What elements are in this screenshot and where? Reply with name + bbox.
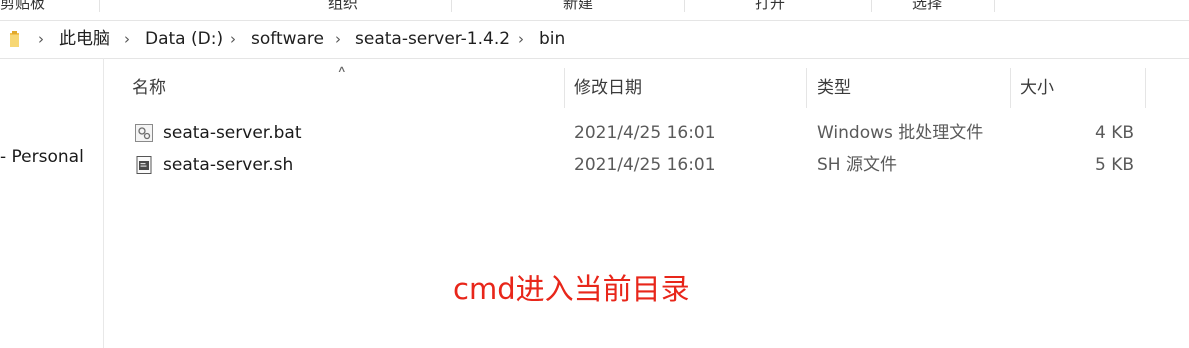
ribbon-open-group[interactable]: 打开 xyxy=(755,0,785,14)
file-row[interactable]: seata-server.bat 2021/4/25 16:01 Windows… xyxy=(120,117,1140,149)
file-name[interactable]: seata-server.sh xyxy=(163,149,293,181)
ribbon-clipboard-group[interactable]: 剪贴板 xyxy=(0,0,45,14)
sort-ascending-icon: ∧ xyxy=(337,64,347,75)
column-header-date[interactable]: 修改日期 xyxy=(574,68,642,108)
ribbon-divider xyxy=(451,0,452,12)
annotation-text: cmd进入当前目录 xyxy=(453,272,690,306)
breadcrumb-seata-server[interactable]: seata-server-1.4.2 xyxy=(355,21,510,58)
navigation-pane: - Personal xyxy=(0,58,104,348)
chevron-right-icon[interactable]: › xyxy=(230,21,236,58)
ribbon-new-group[interactable]: 新建 xyxy=(563,0,593,14)
chevron-right-icon[interactable]: › xyxy=(124,21,130,58)
batch-file-icon xyxy=(135,124,153,142)
script-file-icon xyxy=(136,156,152,174)
chevron-right-icon[interactable]: › xyxy=(38,21,44,58)
column-divider[interactable] xyxy=(1010,68,1011,108)
breadcrumb-software[interactable]: software xyxy=(251,21,324,58)
chevron-right-icon[interactable]: › xyxy=(518,21,524,58)
file-type: Windows 批处理文件 xyxy=(817,123,984,143)
column-divider[interactable] xyxy=(564,68,565,108)
address-bar[interactable]: › 此电脑 › Data (D:) › software › seata-ser… xyxy=(0,20,1189,59)
breadcrumb-data-drive[interactable]: Data (D:) xyxy=(145,21,223,58)
ribbon: 剪贴板 组织 新建 打开 选择 xyxy=(0,0,1189,14)
file-type: SH 源文件 xyxy=(817,155,897,175)
column-header-type[interactable]: 类型 xyxy=(817,68,851,108)
column-header-size[interactable]: 大小 xyxy=(1020,68,1054,108)
column-divider[interactable] xyxy=(1145,68,1146,108)
nav-item-personal[interactable]: - Personal xyxy=(0,147,84,167)
ribbon-divider xyxy=(994,0,995,12)
file-name[interactable]: seata-server.bat xyxy=(163,117,301,149)
ribbon-divider xyxy=(871,0,872,12)
folder-icon xyxy=(10,31,19,47)
file-row[interactable]: seata-server.sh 2021/4/25 16:01 SH 源文件 5… xyxy=(120,149,1140,181)
ribbon-organize-group[interactable]: 组织 xyxy=(328,0,358,14)
file-size: 4 KB xyxy=(1094,123,1134,143)
file-size: 5 KB xyxy=(1094,155,1134,175)
ribbon-divider xyxy=(684,0,685,12)
ribbon-divider xyxy=(99,0,100,12)
chevron-right-icon[interactable]: › xyxy=(335,21,341,58)
column-divider[interactable] xyxy=(806,68,807,108)
file-date: 2021/4/25 16:01 xyxy=(574,123,716,143)
ribbon-select-group[interactable]: 选择 xyxy=(912,0,942,14)
breadcrumb-bin[interactable]: bin xyxy=(539,21,565,58)
file-date: 2021/4/25 16:01 xyxy=(574,155,716,175)
column-header-name[interactable]: 名称 xyxy=(132,68,166,108)
breadcrumb-this-pc[interactable]: 此电脑 xyxy=(59,21,110,58)
